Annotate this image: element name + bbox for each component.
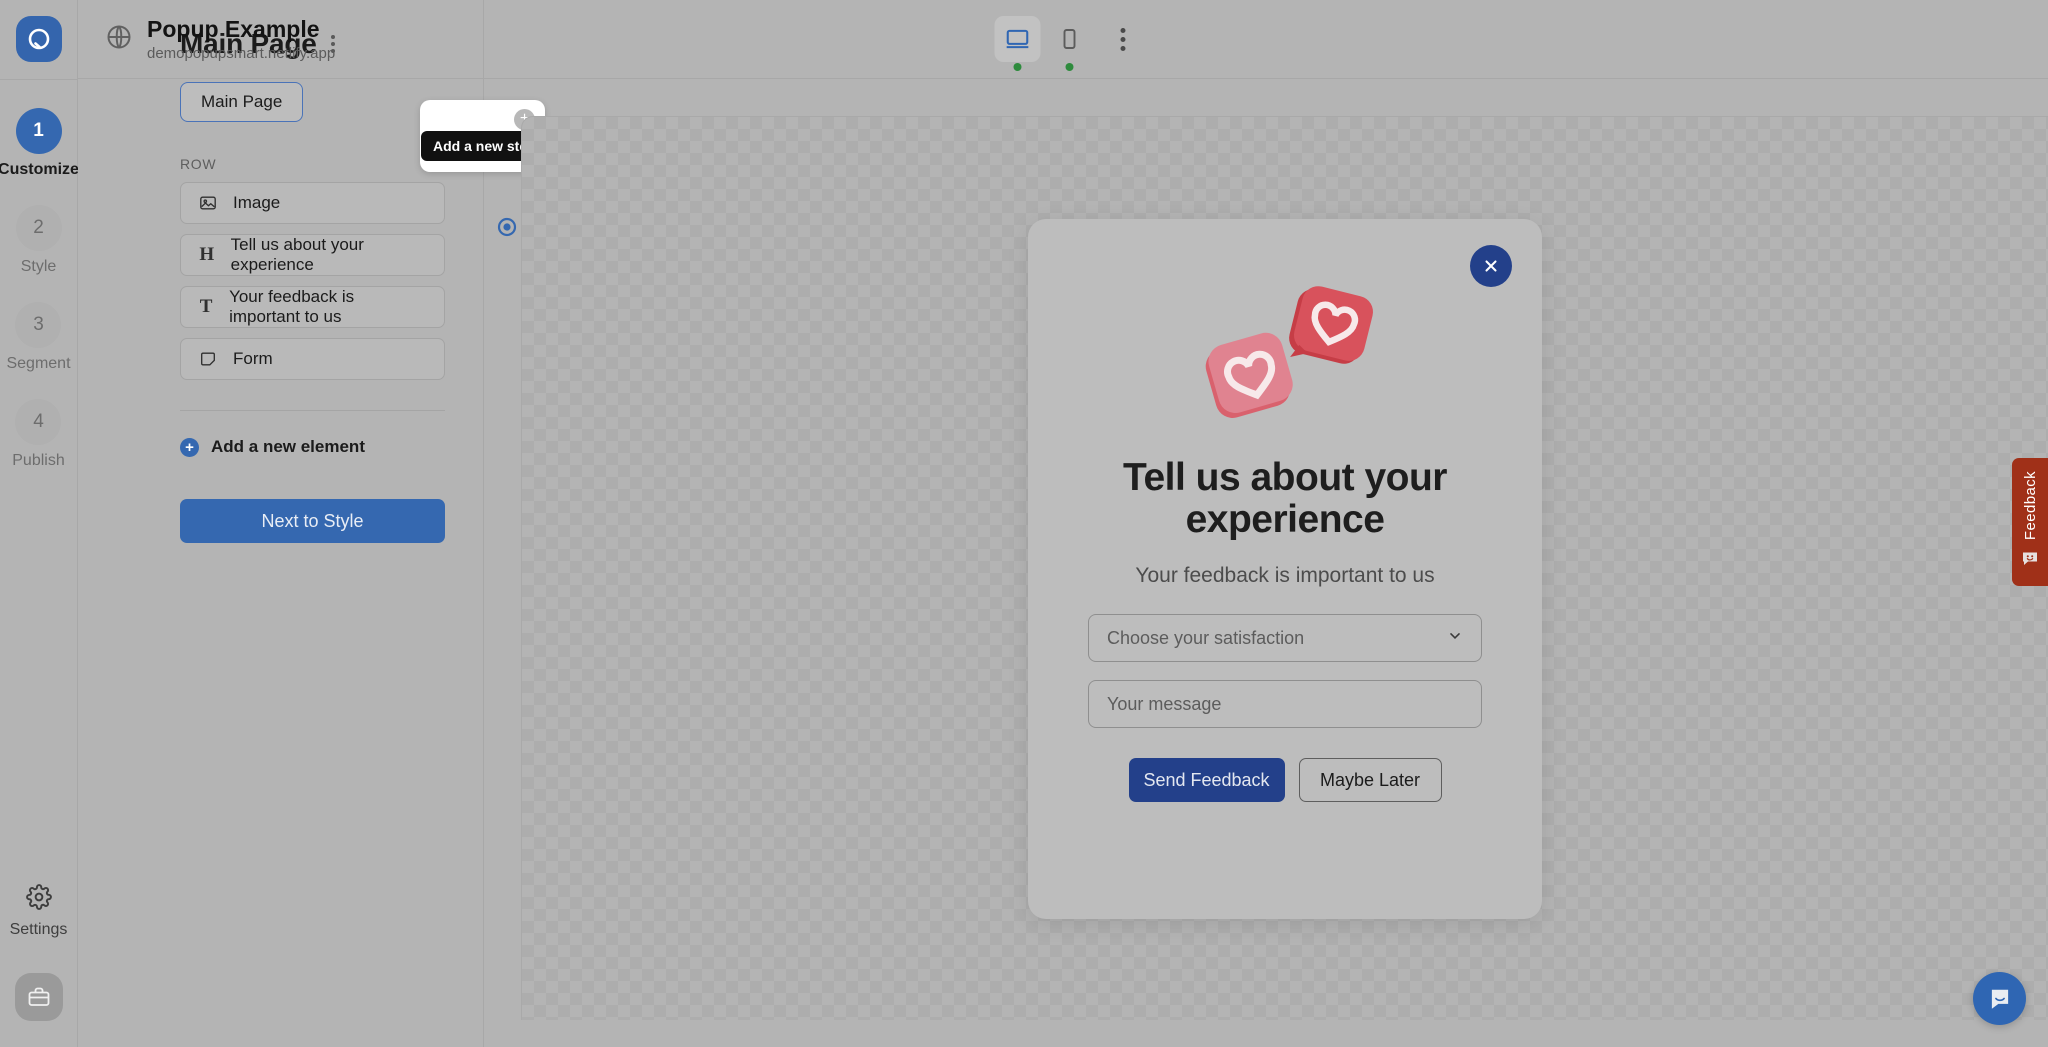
more-vertical-icon[interactable] xyxy=(1115,22,1132,57)
preview-canvas: Tell us about your experience Your feedb… xyxy=(521,116,2048,1020)
popupsmart-logo-icon[interactable] xyxy=(16,16,62,62)
device-toggle-group xyxy=(995,16,1132,62)
step-label: Customize xyxy=(0,161,79,179)
customize-panel: Main Page Main Page ROW xyxy=(78,0,484,1047)
popup-action-buttons: Send Feedback Maybe Later xyxy=(1129,758,1442,802)
message-input[interactable]: Your message xyxy=(1088,680,1482,728)
canvas-area: Tell us about your experience Your feedb… xyxy=(485,79,2048,1047)
page-tab-main[interactable]: Main Page xyxy=(180,82,303,122)
popup-subtext: Your feedback is important to us xyxy=(1135,564,1434,588)
settings-button[interactable]: Settings xyxy=(10,884,68,939)
element-row-form[interactable]: Form xyxy=(180,338,445,380)
close-icon[interactable] xyxy=(1470,245,1512,287)
element-label: Form xyxy=(233,349,273,369)
site-info: Popup Example demopopupsmart.netlify.app xyxy=(105,16,335,61)
step-number: 2 xyxy=(16,205,62,251)
step-number: 3 xyxy=(15,302,61,348)
step-label: Publish xyxy=(12,452,64,470)
settings-label: Settings xyxy=(10,921,68,939)
wizard-steps: 1 Customize 2 Style 3 Segment 4 Publish xyxy=(0,108,77,496)
step-item-style[interactable]: 2 Style xyxy=(16,205,62,276)
maybe-later-button[interactable]: Maybe Later xyxy=(1299,758,1442,802)
chat-bubble-icon[interactable] xyxy=(1973,972,2026,1025)
panel-divider xyxy=(180,410,445,411)
plus-circle-icon: + xyxy=(180,438,199,457)
rail-bottom-actions: Settings xyxy=(0,884,77,1047)
desktop-status-dot xyxy=(1014,63,1022,71)
globe-icon xyxy=(105,23,133,56)
send-feedback-button[interactable]: Send Feedback xyxy=(1129,758,1285,802)
form-icon xyxy=(197,350,219,368)
step-label: Style xyxy=(21,258,57,276)
satisfaction-select-value: Choose your satisfaction xyxy=(1107,628,1304,649)
add-new-element-button[interactable]: + Add a new element xyxy=(180,437,483,457)
smiley-chat-icon xyxy=(2020,548,2040,573)
step-item-publish[interactable]: 4 Publish xyxy=(12,399,64,470)
top-bar: Popup Example demopopupsmart.netlify.app xyxy=(78,0,2048,79)
element-list: Image H Tell us about your experience T … xyxy=(78,182,483,380)
element-label: Tell us about your experience xyxy=(231,235,428,275)
feedback-tab[interactable]: Feedback xyxy=(2012,458,2048,586)
step-item-customize[interactable]: 1 Customize xyxy=(0,108,79,179)
element-row-text[interactable]: T Your feedback is important to us xyxy=(180,286,445,328)
rail-divider xyxy=(0,79,77,80)
site-url: demopopupsmart.netlify.app xyxy=(147,45,335,62)
element-label: Your feedback is important to us xyxy=(229,287,428,327)
popup-headline: Tell us about your experience xyxy=(1120,457,1450,543)
briefcase-icon[interactable] xyxy=(15,973,63,1021)
heading-icon: H xyxy=(197,244,217,266)
step-number: 4 xyxy=(15,399,61,445)
add-element-label: Add a new element xyxy=(211,437,365,457)
heart-badges-illustration xyxy=(1185,271,1385,431)
image-icon xyxy=(197,194,219,212)
step-number: 1 xyxy=(16,108,62,154)
app-root: 1 Customize 2 Style 3 Segment 4 Publish xyxy=(0,0,2048,1047)
element-label: Image xyxy=(233,193,280,213)
element-row-image[interactable]: Image xyxy=(180,182,445,224)
chevron-down-icon xyxy=(1447,628,1463,649)
step-label: Segment xyxy=(6,355,70,373)
popup-preview: Tell us about your experience Your feedb… xyxy=(1028,219,1542,919)
gear-icon xyxy=(26,884,52,915)
next-to-style-button[interactable]: Next to Style xyxy=(180,499,445,543)
left-rail: 1 Customize 2 Style 3 Segment 4 Publish xyxy=(0,0,78,1047)
site-name: Popup Example xyxy=(147,16,335,42)
step-item-segment[interactable]: 3 Segment xyxy=(6,302,70,373)
feedback-tab-label: Feedback xyxy=(2022,471,2039,540)
mobile-view-button[interactable] xyxy=(1047,16,1093,62)
message-input-placeholder: Your message xyxy=(1107,694,1221,715)
text-icon: T xyxy=(197,296,215,318)
desktop-view-button[interactable] xyxy=(995,16,1041,62)
mobile-status-dot xyxy=(1066,63,1074,71)
satisfaction-select[interactable]: Choose your satisfaction xyxy=(1088,614,1482,662)
element-row-heading[interactable]: H Tell us about your experience xyxy=(180,234,445,276)
